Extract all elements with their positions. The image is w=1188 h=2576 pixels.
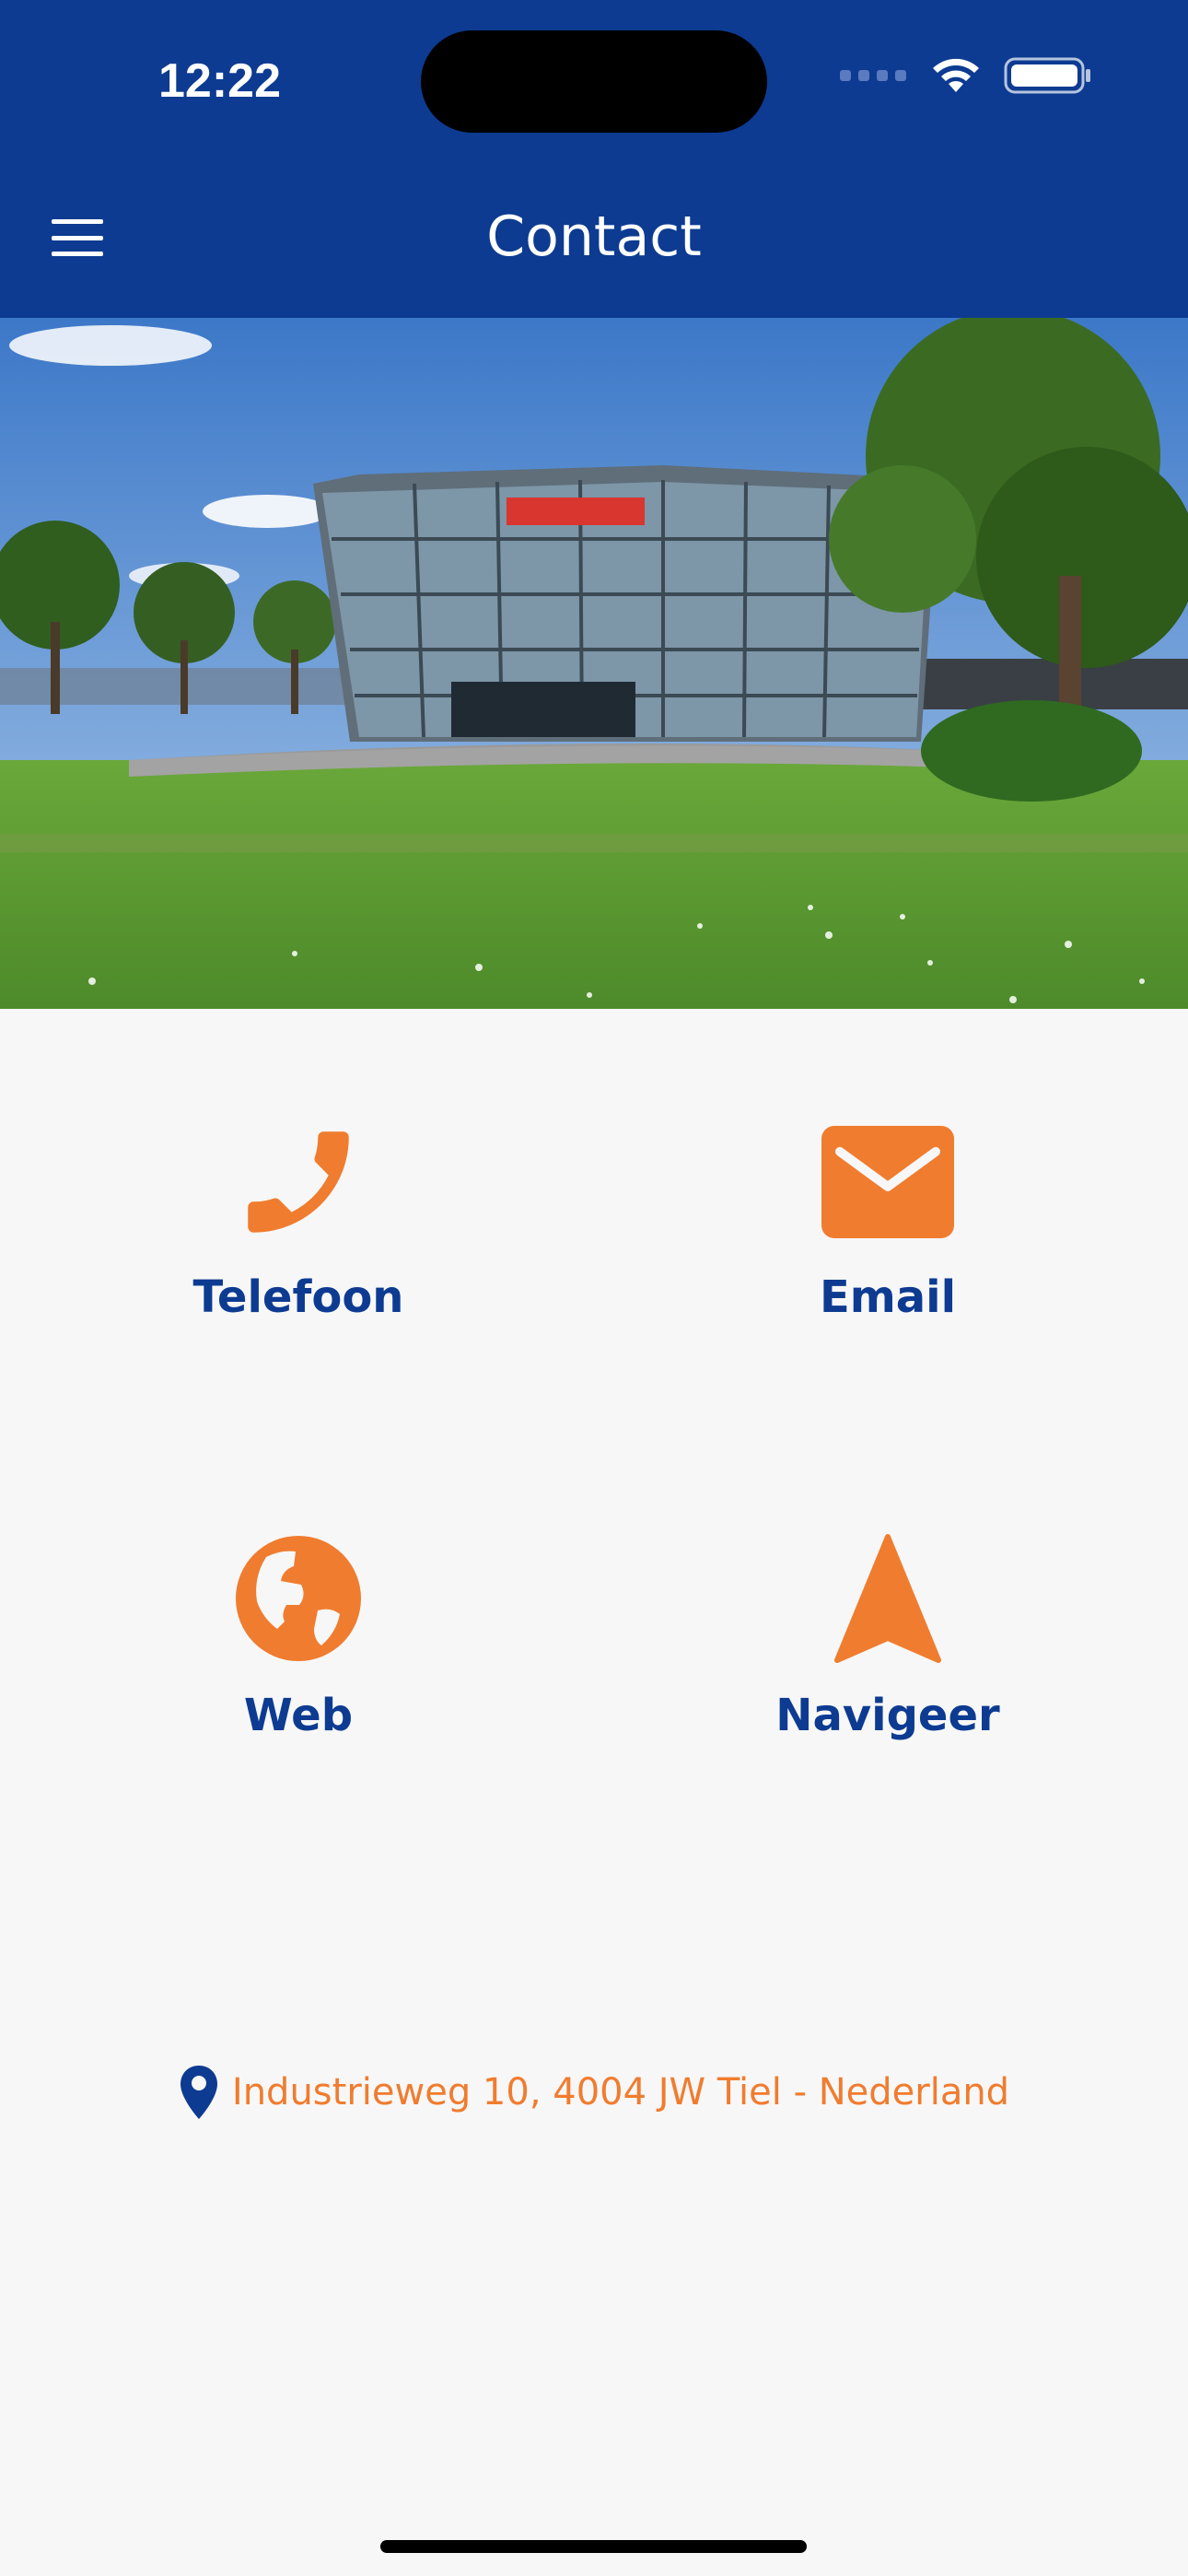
telefoon-button[interactable]: Telefoon	[105, 1115, 492, 1323]
navigeer-label: Navigeer	[775, 1690, 1000, 1741]
status-icons	[840, 55, 1094, 96]
address-text: Industrieweg 10, 4004 JW Tiel - Nederlan…	[231, 2071, 1010, 2113]
cellular-signal-icon	[840, 70, 906, 81]
status-time: 12:22	[158, 54, 281, 108]
phone-icon	[248, 1131, 349, 1233]
battery-icon	[1004, 57, 1090, 94]
navigation-arrow-icon	[834, 1534, 941, 1663]
address-link[interactable]: Industrieweg 10, 4004 JW Tiel - Nederlan…	[0, 2064, 1188, 2121]
dynamic-island	[421, 30, 767, 133]
globe-icon	[236, 1536, 361, 1661]
app-header: 12:22 Contact	[0, 0, 1188, 318]
navigeer-button[interactable]: Navigeer	[694, 1529, 1081, 1741]
web-button[interactable]: Web	[105, 1529, 492, 1741]
email-button[interactable]: Email	[694, 1115, 1081, 1323]
wifi-icon	[933, 58, 979, 92]
map-pin-icon	[180, 2066, 217, 2119]
hero-image	[0, 318, 1188, 1009]
envelope-icon	[821, 1126, 954, 1238]
email-label: Email	[819, 1271, 957, 1323]
telefoon-label: Telefoon	[192, 1271, 404, 1323]
page-title: Contact	[486, 205, 702, 269]
web-label: Web	[243, 1690, 354, 1741]
home-indicator[interactable]	[380, 2540, 807, 2553]
